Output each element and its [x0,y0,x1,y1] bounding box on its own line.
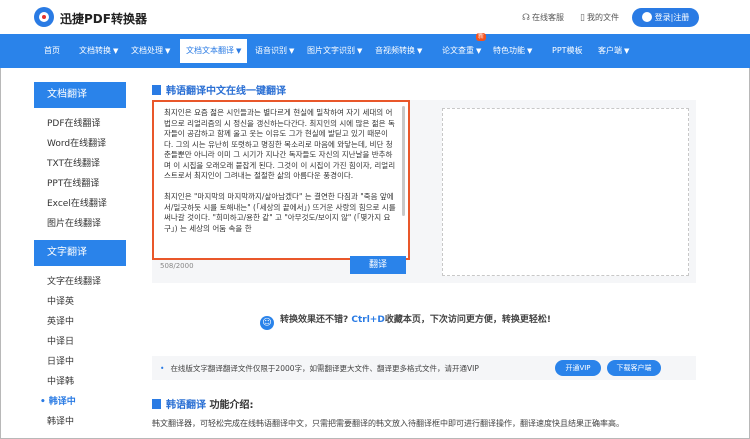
nav-doc-process-label: 文档处理 [131,46,163,55]
nav-paper-check-label: 论文查重 [442,46,474,55]
page-title: 韩语翻译中文在线一键翻译 [152,82,286,97]
nav-doc-process[interactable]: 文档处理 ▼ [131,34,170,68]
site-header: 迅捷PDF转换器 ☊ 在线客服 ▯ 我的文件 登录|注册 [0,0,750,34]
sidebar-item-zh-en[interactable]: 中译英 [34,292,126,312]
nav-av-convert[interactable]: 音视频转换 ▼ [375,34,422,68]
sidebar-item-pdf-translate[interactable]: PDF在线翻译 [34,114,126,134]
chevron-down-icon: ▼ [289,47,295,55]
sidebar-item-zh-ja[interactable]: 中译日 [34,332,126,352]
intro-title-black: 功能介绍: [206,400,254,411]
source-scrollbar[interactable] [402,106,405,216]
chevron-down-icon: ▼ [357,47,363,55]
sidebar-item-excel-translate[interactable]: Excel在线翻译 [34,194,126,214]
intro-title: 韩语翻译 功能介绍: [152,396,253,411]
nav-doc-convert[interactable]: 文档转换 ▼ [79,34,118,68]
nav-ocr-label: 图片文字识别 [307,46,355,55]
sidebar-item-ppt-translate[interactable]: PPT在线翻译 [34,174,126,194]
user-icon [641,12,652,22]
sidebar-item-ko-zh-2[interactable]: 韩译中 [34,412,126,432]
char-counter: 508/2000 [160,262,194,270]
page-title-text: 韩语翻译中文在线一键翻译 [166,86,286,97]
sidebar-section-text-translate: 文字翻译 [34,240,126,266]
my-files-label: 我的文件 [586,13,619,22]
nav-doc-translate-label: 文档文本翻译 [186,46,234,55]
nav-ppt-template[interactable]: PPT模板 [552,34,583,68]
file-icon: ▯ [580,13,585,23]
limit-notice: 在线版文字翻译翻译文件仅限于2000字，如需翻译更大文件、翻译更多格式文件，请开… [152,356,696,380]
chevron-down-icon: ▼ [527,47,533,55]
sidebar-item-zh-ko[interactable]: 中译韩 [34,372,126,392]
my-files-link[interactable]: ▯ 我的文件 [580,12,619,23]
intro-text: 韩文翻译器，可轻松完成在线韩语翻译中文，只需把需要翻译的韩文放入待翻译框中即可进… [152,419,624,428]
chevron-down-icon: ▼ [165,47,171,55]
notice-text: 在线版文字翻译翻译文件仅限于2000字，如需翻译更大文件、翻译更多格式文件，请开… [160,363,478,374]
nav-features-label: 特色功能 [493,46,525,55]
promo-shortcut: Ctrl+D [351,315,385,325]
sidebar-item-image-translate[interactable]: 图片在线翻译 [34,214,126,234]
nav-client-label: 客户端 [598,46,622,55]
promo-text-after: 收藏本页，下次访问更方便，转换更轻松! [384,315,551,325]
sidebar: 文档翻译 PDF在线翻译 Word在线翻译 TXT在线翻译 PPT在线翻译 Ex… [34,82,126,432]
nav-doc-convert-label: 文档转换 [79,46,111,55]
nav-paper-check[interactable]: 论文查重 ▼ 新 [442,33,487,68]
nav-features[interactable]: 特色功能 ▼ [493,34,532,68]
login-register-button[interactable]: 登录|注册 [632,8,699,27]
nav-ocr[interactable]: 图片文字识别 ▼ [307,34,362,68]
bookmark-promo: ☺ 转换效果还不错? Ctrl+D收藏本页，下次访问更方便，转换更轻松! [260,312,551,330]
nav-speech-label: 语音识别 [255,46,287,55]
logo-icon[interactable] [34,7,54,27]
document-icon [152,85,161,95]
sidebar-item-ko-zh[interactable]: 韩译中 [34,392,126,412]
promo-text-before: 转换效果还不错? [280,315,352,325]
chevron-down-icon: ▼ [113,47,119,55]
source-text[interactable]: 최지인은 요즘 젊은 시인들과는 별다르게 현실에 밀착하여 자기 세대의 어법… [164,108,396,254]
nav-ppt-template-label: PPT模板 [552,46,583,55]
nav-av-convert-label: 音视频转换 [375,46,415,55]
sidebar-section-doc-translate: 文档翻译 [34,82,126,108]
open-vip-button[interactable]: 开通VIP [555,360,601,376]
translate-button[interactable]: 翻译 [350,256,406,274]
chevron-down-icon: ▼ [236,47,242,55]
new-badge: 新 [476,33,487,41]
sidebar-item-ja-zh[interactable]: 日译中 [34,352,126,372]
sidebar-item-en-zh[interactable]: 英译中 [34,312,126,332]
brand-name[interactable]: 迅捷PDF转换器 [60,10,147,27]
smile-icon: ☺ [260,316,274,330]
chevron-down-icon: ▼ [624,47,630,55]
nav-home[interactable]: 首页 [44,34,60,68]
login-label: 登录|注册 [654,13,690,22]
intro-title-blue: 韩语翻译 [166,400,206,411]
document-icon [152,399,161,409]
sidebar-item-text-translate[interactable]: 文字在线翻译 [34,272,126,292]
online-service-link[interactable]: ☊ 在线客服 [522,12,564,23]
online-service-label: 在线客服 [532,13,564,22]
download-client-button[interactable]: 下载客户端 [607,360,661,376]
nav-home-label: 首页 [44,46,60,55]
nav-speech[interactable]: 语音识别 ▼ [255,34,294,68]
chevron-down-icon: ▼ [417,47,423,55]
nav-client[interactable]: 客户端 ▼ [598,34,629,68]
sidebar-item-txt-translate[interactable]: TXT在线翻译 [34,154,126,174]
sidebar-item-word-translate[interactable]: Word在线翻译 [34,134,126,154]
headset-icon: ☊ [522,13,530,23]
nav-doc-translate[interactable]: 文档文本翻译 ▼ [180,39,248,63]
result-text-area[interactable] [442,108,689,276]
source-text-area[interactable]: 최지인은 요즘 젊은 시인들과는 별다르게 현실에 밀착하여 자기 세대의 어법… [152,100,410,260]
